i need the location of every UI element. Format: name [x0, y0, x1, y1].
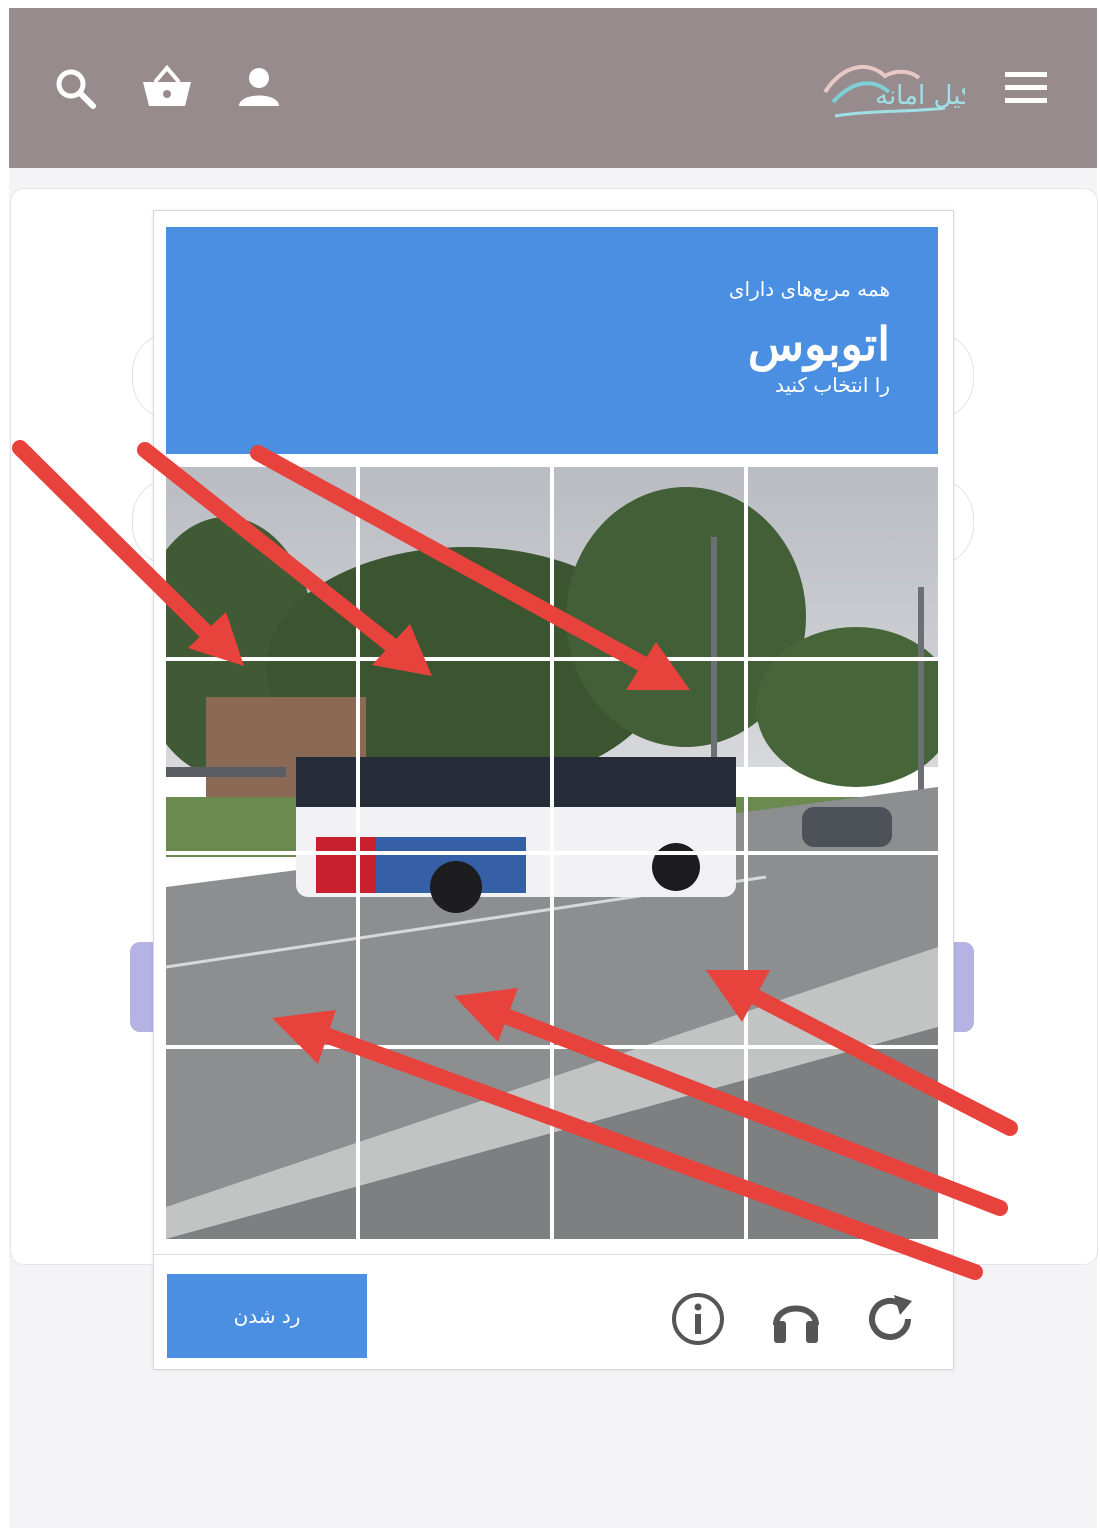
instruction-bottom: را انتخاب کنید	[774, 373, 890, 397]
captcha-footer: رد شدن	[154, 1254, 953, 1370]
search-icon[interactable]	[53, 66, 101, 114]
reload-icon[interactable]	[864, 1291, 920, 1347]
logo[interactable]: کیل امانه	[815, 52, 965, 132]
top-navigation-bar: کیل امانه	[9, 8, 1097, 168]
grid-lines	[166, 467, 938, 1239]
captcha-header: همه مربع‌های دارای اتوبوس را انتخاب کنید	[166, 227, 938, 454]
logo-text: کیل امانه	[875, 81, 965, 111]
skip-button[interactable]: رد شدن	[167, 1274, 367, 1358]
target-object-label: اتوبوس	[747, 317, 890, 371]
info-icon[interactable]	[670, 1291, 726, 1347]
user-icon[interactable]	[237, 64, 281, 110]
captcha-challenge: همه مربع‌های دارای اتوبوس را انتخاب کنید	[153, 210, 954, 1370]
captcha-image-grid	[166, 467, 938, 1239]
instruction-top: همه مربع‌های دارای	[728, 277, 890, 301]
headphones-icon[interactable]	[768, 1291, 824, 1347]
basket-icon[interactable]	[139, 62, 195, 112]
menu-icon[interactable]	[1003, 70, 1051, 106]
